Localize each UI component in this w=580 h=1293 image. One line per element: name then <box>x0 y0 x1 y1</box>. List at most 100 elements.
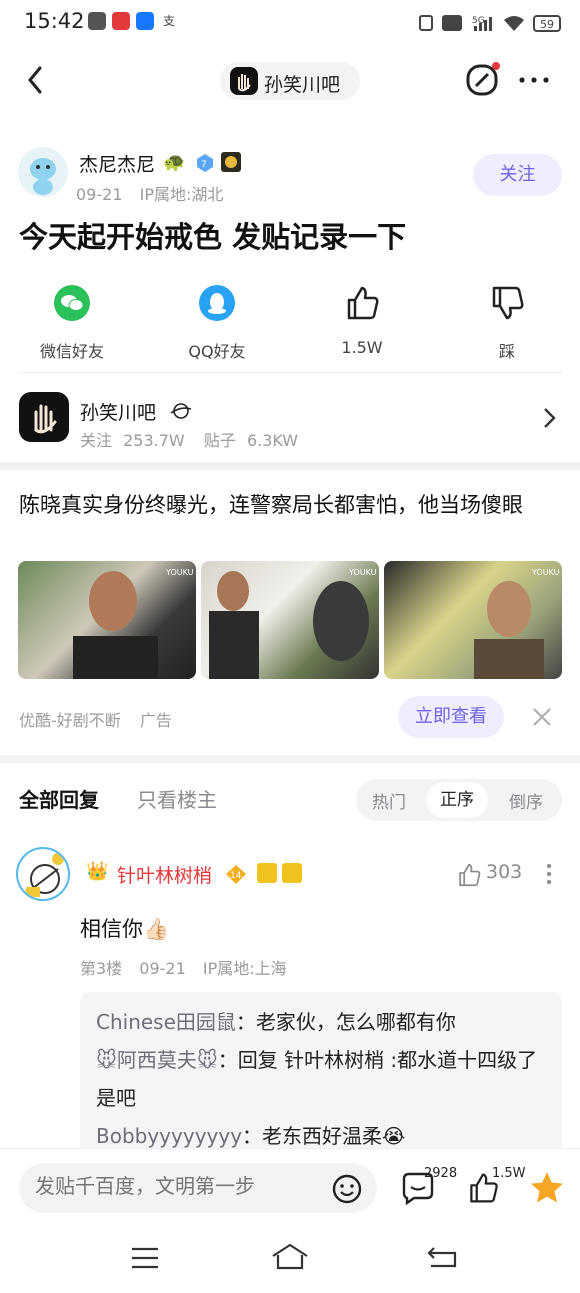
svg-text:59: 59 <box>540 18 554 31</box>
post-ip: IP属地:湖北 <box>139 185 224 204</box>
planet-icon <box>170 403 192 419</box>
author-avatar[interactable] <box>18 147 68 197</box>
post-title: 今天起开始戒色 发贴记录一下 <box>19 220 407 254</box>
bottom-bar: 2928 1.5W <box>0 1148 580 1228</box>
more-icon[interactable] <box>516 62 552 98</box>
post-author-name[interactable]: 杰尼杰尼 <box>79 150 155 177</box>
tab-all-replies[interactable]: 全部回复 <box>19 784 99 813</box>
share-wechat-label: 微信好友 <box>39 342 104 361</box>
svg-text:YOUKU: YOUKU <box>531 568 560 577</box>
share-wechat-button[interactable]: 微信好友 <box>17 284 127 362</box>
crown-icon: 👑 <box>86 861 109 882</box>
level-badge-icon: 7 <box>197 154 213 172</box>
edit-icon[interactable] <box>464 62 500 98</box>
back-icon[interactable] <box>22 62 52 98</box>
alipay-icon-2: 支 <box>160 12 178 30</box>
reply-meta: 第3楼 09-21 IP属地:上海 <box>80 955 287 979</box>
forum-stats: 关注 253.7W 贴子 6.3KW <box>80 427 298 451</box>
sub-reply-2-name[interactable]: 🐭阿西莫夫🐭 <box>96 1048 218 1072</box>
tab-op-only[interactable]: 只看楼主 <box>137 784 217 813</box>
sub-reply-2: 🐭阿西莫夫🐭：回复 针叶林树梢 :都水道十四级了是吧 <box>80 1041 562 1117</box>
back-nav-icon[interactable] <box>426 1244 458 1270</box>
wechat-icon <box>54 285 90 321</box>
member-badge-icon <box>221 152 241 172</box>
sub-reply-1-name[interactable]: Chinese田园鼠 <box>96 1010 236 1034</box>
reply-like-count: 303 <box>486 861 523 883</box>
ad-image-2[interactable]: YOUKU <box>201 561 379 679</box>
sub-reply-1-text: ：老家伙，怎么哪都有你 <box>235 1010 456 1034</box>
svg-text:YOUKU: YOUKU <box>165 568 194 577</box>
reply-text: 相信你👍🏻 <box>80 917 170 941</box>
menu-icon[interactable] <box>130 1246 160 1270</box>
dislike-label: 踩 <box>498 342 515 361</box>
emoji-icon[interactable] <box>331 1173 363 1205</box>
forum-chip-name: 孙笑川吧 <box>264 74 341 96</box>
forum-posts-text: 贴子 <box>203 431 236 450</box>
reply-floor: 第3楼 <box>80 959 123 978</box>
system-status-icons: 5G 59 <box>419 15 561 32</box>
post-date: 09-21 <box>76 185 123 204</box>
sub-replies[interactable]: Chinese田园鼠：老家伙，怎么哪都有你 🐭阿西莫夫🐭：回复 针叶林树梢 :都… <box>80 992 562 1157</box>
divider <box>19 372 562 373</box>
forum-follow-count: 253.7W <box>123 431 185 450</box>
forum-follow-text: 关注 <box>80 431 113 450</box>
sort-desc[interactable]: 倒序 <box>509 788 543 813</box>
ad-image-1[interactable]: YOUKU <box>18 561 196 679</box>
follow-button[interactable]: 关注 <box>473 154 562 196</box>
forum-chip[interactable]: 孙笑川吧 <box>220 62 360 100</box>
forum-name: 孙笑川吧 <box>80 402 157 424</box>
ad-label: 广告 <box>139 711 172 730</box>
reply-avatar[interactable] <box>16 847 70 901</box>
close-icon[interactable] <box>530 705 554 729</box>
like-button[interactable]: 1.5W <box>307 284 417 357</box>
sort-toggle: 热门 正序 倒序 <box>356 779 562 821</box>
reply-input-wrapper[interactable] <box>19 1163 377 1213</box>
home-icon[interactable] <box>270 1242 310 1272</box>
ad-cta-button[interactable]: 立即查看 <box>398 696 504 738</box>
status-time: 15:42 <box>24 9 85 33</box>
sort-asc[interactable]: 正序 <box>426 782 488 818</box>
qq-icon <box>199 285 235 321</box>
forum-posts-count: 6.3KW <box>246 431 299 450</box>
reply-input[interactable] <box>35 1174 335 1198</box>
status-bar: 15:42 支 5G 59 <box>0 0 580 46</box>
post-meta: 09-21 IP属地:湖北 <box>76 181 223 205</box>
favorite-star-icon[interactable] <box>528 1169 566 1207</box>
forum-chip-avatar <box>230 67 258 95</box>
like-count: 1.5W <box>341 338 383 357</box>
svg-text:14: 14 <box>230 871 242 881</box>
bottom-like-count: 1.5W <box>492 1166 526 1181</box>
svg-text:5G: 5G <box>472 16 485 26</box>
thumbs-down-icon <box>492 286 524 320</box>
sort-hot[interactable]: 热门 <box>372 788 406 813</box>
reply-author-name[interactable]: 针叶林树梢 <box>117 861 212 888</box>
turtle-icon: 🐢 <box>163 152 186 173</box>
reply-more-icon[interactable] <box>544 862 554 886</box>
shield-icon <box>88 12 106 30</box>
share-qq-label: QQ好友 <box>188 342 246 361</box>
sub-reply-1: Chinese田园鼠：老家伙，怎么哪都有你 <box>80 1003 562 1041</box>
sub-reply-3-text: ：老东西好温柔😭 <box>242 1124 406 1148</box>
forum-avatar <box>19 392 69 442</box>
svg-text:YOUKU: YOUKU <box>348 568 377 577</box>
reply-like-icon[interactable] <box>456 862 482 888</box>
reply-level-badge-icon: 14 <box>226 865 246 884</box>
section-separator <box>0 462 580 470</box>
thumbs-up-icon <box>347 286 379 320</box>
svg-text:7: 7 <box>201 160 207 170</box>
dislike-button[interactable]: 踩 <box>452 284 562 362</box>
ad-image-3[interactable]: YOUKU <box>384 561 562 679</box>
ad-title[interactable]: 陈晓真实身份终曝光，连警察局长都害怕，他当场傻眼 <box>19 488 567 522</box>
chevron-right-icon <box>544 408 556 428</box>
section-separator-2 <box>0 755 580 763</box>
comment-count: 2928 <box>424 1166 458 1181</box>
ad-source: 优酷-好剧不断 广告 <box>19 707 172 731</box>
system-nav-bar <box>0 1228 580 1293</box>
alipay-icon <box>136 12 154 30</box>
share-qq-button[interactable]: QQ好友 <box>162 284 272 362</box>
app-notify-icon <box>112 12 130 30</box>
reply-date: 09-21 <box>139 959 186 978</box>
ad-source-name: 优酷-好剧不断 <box>19 711 121 730</box>
zodiac-badges-icon <box>257 863 302 883</box>
sub-reply-3-name[interactable]: Bobbyyyyyyyy <box>96 1124 242 1148</box>
